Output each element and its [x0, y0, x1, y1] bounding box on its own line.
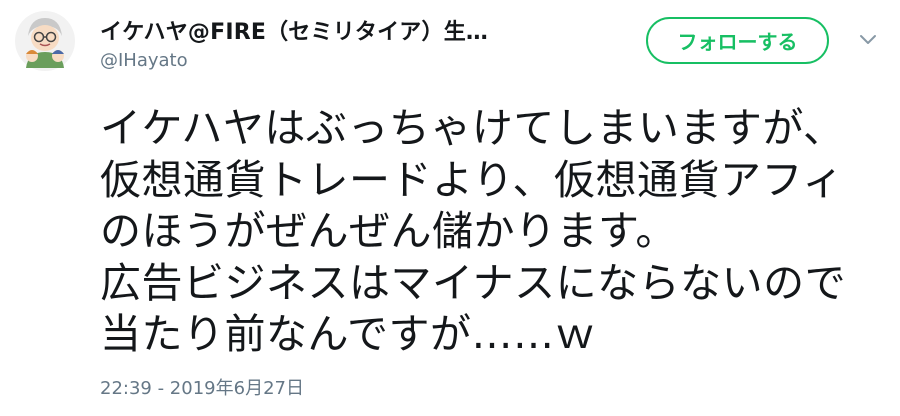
chevron-down-icon[interactable] [858, 32, 878, 48]
tweet-timestamp[interactable]: 22:39 - 2019年6月27日 [100, 374, 304, 400]
tweet-text-line: 仮想通貨トレードより、仮想通貨アフィ [100, 155, 844, 204]
tweet-text-line: イケハヤはぶっちゃけてしまいますが、 [100, 104, 845, 152]
tweet-text: イケハヤはぶっちゃけてしまいますが、 仮想通貨トレードより、仮想通貨アフィ のほ… [100, 103, 880, 361]
tweet-text-line: 広告ビジネスはマイナスにならないので [100, 258, 847, 307]
tweet-text-line: のほうがぜんぜん儲かります。 [100, 207, 677, 255]
avatar[interactable] [14, 10, 76, 72]
follow-button[interactable]: フォローする [646, 17, 829, 64]
user-handle[interactable]: @IHayato [100, 50, 188, 71]
tweet-text-line: 当たり前なんですが……ｗ [100, 310, 596, 358]
display-name[interactable]: イケハヤ@FIRE（セミリタイア）生… [100, 14, 488, 46]
